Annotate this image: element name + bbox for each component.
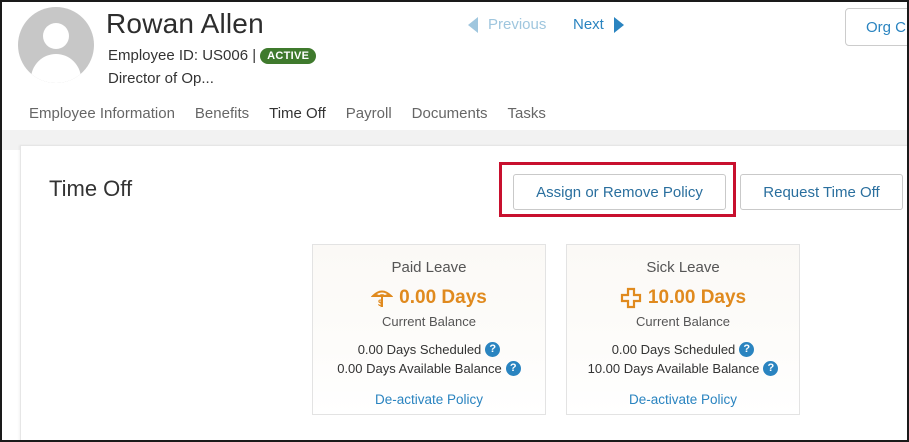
deactivate-policy-link[interactable]: De-activate Policy	[567, 392, 799, 407]
balance-value: 0.00 Days	[399, 287, 487, 308]
sick-leave-card: Sick Leave 10.00 Days Current Balance 0.…	[566, 244, 800, 415]
help-icon[interactable]: ?	[739, 342, 755, 357]
employee-id-row: Employee ID: US006 | ACTIVE	[108, 47, 317, 64]
tab-employee-information[interactable]: Employee Information	[20, 102, 185, 129]
card-balance: 10.00 Days	[567, 287, 799, 309]
assign-remove-policy-button[interactable]: Assign or Remove Policy	[513, 174, 726, 210]
tab-payroll[interactable]: Payroll	[336, 102, 402, 129]
help-icon[interactable]: ?	[505, 361, 521, 376]
avatar	[18, 7, 94, 83]
deactivate-policy-link[interactable]: De-activate Policy	[313, 392, 545, 407]
available-text: 10.00 Days Available Balance	[587, 361, 760, 376]
card-title: Sick Leave	[646, 259, 720, 276]
scheduled-row: 0.00 Days Scheduled ?	[313, 342, 545, 357]
beach-umbrella-icon: $	[371, 290, 394, 308]
available-row: 10.00 Days Available Balance ?	[567, 361, 799, 376]
svg-text:$: $	[378, 298, 383, 308]
next-label: Next	[573, 16, 604, 33]
available-text: 0.00 Days Available Balance	[337, 361, 502, 376]
balance-label: Current Balance	[382, 314, 476, 329]
tab-benefits[interactable]: Benefits	[185, 102, 259, 129]
scheduled-text: 0.00 Days Scheduled	[611, 342, 736, 357]
card-balance: $ 0.00 Days	[313, 287, 545, 309]
tab-documents[interactable]: Documents	[402, 102, 498, 129]
tab-tasks[interactable]: Tasks	[498, 102, 556, 129]
section-title: Time Off	[49, 176, 133, 201]
previous-label: Previous	[488, 16, 547, 33]
previous-button[interactable]: Previous	[468, 16, 546, 33]
chevron-left-icon	[468, 16, 478, 33]
paid-leave-card: Paid Leave $ 0.00 Days Current Balance 0…	[312, 244, 546, 415]
app-window: Rowan Allen Employee ID: US006 | ACTIVE …	[0, 0, 909, 442]
avatar-head-shape	[43, 23, 69, 49]
next-button[interactable]: Next	[573, 16, 624, 33]
tab-bar: Employee Information Benefits Time Off P…	[20, 102, 907, 133]
balance-label: Current Balance	[636, 314, 730, 329]
employee-id: Employee ID: US006 |	[108, 47, 257, 64]
org-chart-button[interactable]: Org C	[845, 8, 907, 46]
employee-name: Rowan Allen	[106, 8, 264, 39]
chevron-right-icon	[613, 16, 624, 33]
scheduled-row: 0.00 Days Scheduled ?	[567, 342, 799, 357]
employee-title: Director of Op...	[108, 70, 214, 87]
avatar-body-shape	[31, 54, 81, 83]
tab-time-off[interactable]: Time Off	[259, 102, 336, 133]
medical-cross-icon	[620, 287, 641, 309]
help-icon[interactable]: ?	[763, 361, 779, 376]
help-icon[interactable]: ?	[485, 342, 501, 357]
available-row: 0.00 Days Available Balance ?	[313, 361, 545, 376]
card-title: Paid Leave	[391, 259, 467, 276]
scheduled-text: 0.00 Days Scheduled	[357, 342, 482, 357]
request-time-off-button[interactable]: Request Time Off	[740, 174, 903, 210]
balance-value: 10.00 Days	[647, 287, 747, 308]
status-badge: ACTIVE	[260, 47, 317, 64]
